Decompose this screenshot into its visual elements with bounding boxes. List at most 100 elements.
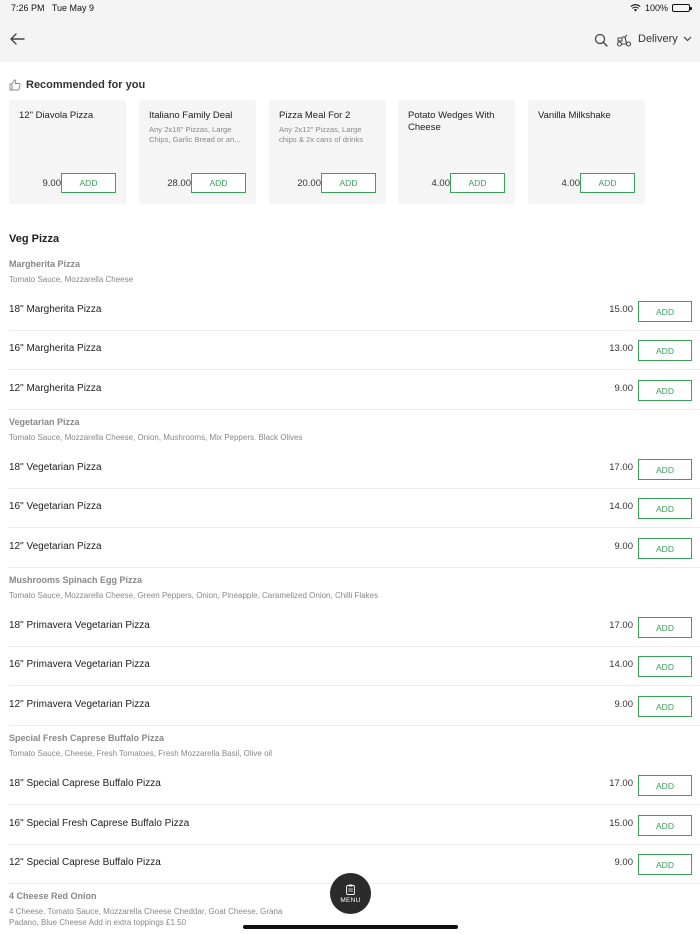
menu-item-row: 18" Margherita Pizza 15.00 ADD bbox=[0, 292, 700, 331]
add-button[interactable]: ADD bbox=[638, 696, 692, 717]
recommended-item-price: 4.00 bbox=[561, 178, 581, 189]
group-title: Vegetarian Pizza bbox=[9, 417, 80, 427]
add-button[interactable]: ADD bbox=[638, 656, 692, 677]
recommended-card[interactable]: Potato Wedges With Cheese 4.00 ADD bbox=[398, 100, 515, 204]
item-name: 16" Primavera Vegetarian Pizza bbox=[9, 659, 150, 670]
item-price: 17.00 bbox=[609, 620, 633, 631]
item-price: 9.00 bbox=[614, 857, 634, 868]
divider bbox=[9, 804, 700, 805]
item-price: 9.00 bbox=[614, 541, 634, 552]
add-button[interactable]: ADD bbox=[638, 498, 692, 519]
divider bbox=[9, 725, 700, 726]
recommended-item-price: 20.00 bbox=[297, 178, 321, 189]
add-button[interactable]: ADD bbox=[580, 173, 635, 193]
menu-item-row: 16" Margherita Pizza 13.00 ADD bbox=[0, 331, 700, 370]
item-name: 18" Margherita Pizza bbox=[9, 304, 102, 315]
section-title: Veg Pizza bbox=[9, 233, 60, 245]
recommended-card[interactable]: 12" Diavola Pizza 9.00 ADD bbox=[9, 100, 126, 204]
item-price: 15.00 bbox=[609, 818, 633, 829]
item-name: 18" Primavera Vegetarian Pizza bbox=[9, 620, 150, 631]
group-title: Special Fresh Caprese Buffalo Pizza bbox=[9, 733, 165, 743]
add-button[interactable]: ADD bbox=[450, 173, 505, 193]
add-button[interactable]: ADD bbox=[61, 173, 116, 193]
wifi-icon bbox=[630, 4, 641, 12]
recommended-item-name: Italiano Family Deal bbox=[149, 110, 233, 121]
add-button[interactable]: ADD bbox=[321, 173, 376, 193]
item-price: 17.00 bbox=[609, 778, 633, 789]
battery-icon bbox=[672, 4, 692, 12]
item-price: 9.00 bbox=[614, 383, 634, 394]
divider bbox=[9, 527, 700, 528]
nav-bar: Delivery bbox=[0, 17, 700, 62]
item-name: 12" Special Caprese Buffalo Pizza bbox=[9, 857, 161, 868]
item-name: 16" Margherita Pizza bbox=[9, 343, 102, 354]
recommended-card[interactable]: Vanilla Milkshake 4.00 ADD bbox=[528, 100, 645, 204]
add-button[interactable]: ADD bbox=[638, 340, 692, 361]
group-title: Mushrooms Spinach Egg Pizza bbox=[9, 575, 143, 585]
add-button[interactable]: ADD bbox=[638, 815, 692, 836]
add-button[interactable]: ADD bbox=[638, 301, 692, 322]
add-button[interactable]: ADD bbox=[191, 173, 246, 193]
recommended-item-price: 9.00 bbox=[42, 178, 62, 189]
item-price: 13.00 bbox=[609, 343, 633, 354]
recommended-item-name: 12" Diavola Pizza bbox=[19, 110, 94, 121]
home-indicator bbox=[243, 925, 458, 929]
group-title: Margherita Pizza bbox=[9, 259, 81, 269]
divider bbox=[9, 409, 700, 410]
back-arrow-icon[interactable] bbox=[8, 30, 26, 48]
divider bbox=[9, 369, 700, 370]
status-time: 7:26 PM Tue May 9 bbox=[11, 3, 95, 13]
item-price: 14.00 bbox=[609, 659, 633, 670]
menu-button-label: MENU bbox=[340, 896, 361, 904]
divider bbox=[9, 567, 700, 568]
status-bar: 7:26 PM Tue May 9 100% bbox=[0, 0, 700, 17]
recommended-item-name: Potato Wedges With Cheese bbox=[408, 110, 495, 133]
group-title: 4 Cheese Red Onion bbox=[9, 891, 97, 901]
delivery-mode-select[interactable]: Delivery bbox=[638, 33, 692, 45]
item-name: 16" Special Fresh Caprese Buffalo Pizza bbox=[9, 818, 190, 829]
recommended-item-desc: Any 2x12" Pizzas, Large chips & 2x cans … bbox=[279, 125, 363, 144]
thumbs-up-icon bbox=[9, 79, 21, 91]
menu-item-row: 12" Margherita Pizza 9.00 ADD bbox=[0, 371, 700, 410]
item-price: 14.00 bbox=[609, 501, 633, 512]
recommended-card[interactable]: Pizza Meal For 2 Any 2x12" Pizzas, Large… bbox=[269, 100, 386, 204]
recommended-item-price: 4.00 bbox=[431, 178, 451, 189]
menu-item-row: 16" Primavera Vegetarian Pizza 14.00 ADD bbox=[0, 647, 700, 686]
recommended-item-price: 28.00 bbox=[167, 178, 191, 189]
item-name: 18" Special Caprese Buffalo Pizza bbox=[9, 778, 161, 789]
recommended-item-desc: Any 2x16" Pizzas, Large Chips, Garlic Br… bbox=[149, 125, 241, 144]
add-button[interactable]: ADD bbox=[638, 380, 692, 401]
divider bbox=[9, 685, 700, 686]
recommended-item-name: Vanilla Milkshake bbox=[538, 110, 611, 121]
battery-percent: 100% bbox=[644, 3, 668, 13]
group-desc: Tomato Sauce, Mozzarella Cheese, Green P… bbox=[9, 591, 379, 600]
item-name: 16" Vegetarian Pizza bbox=[9, 501, 102, 512]
scooter-icon[interactable] bbox=[616, 32, 632, 48]
menu-item-row: 16" Special Fresh Caprese Buffalo Pizza … bbox=[0, 806, 700, 845]
item-name: 12" Primavera Vegetarian Pizza bbox=[9, 699, 150, 710]
menu-item-row: 18" Vegetarian Pizza 17.00 ADD bbox=[0, 450, 700, 489]
recommended-header: Recommended for you bbox=[9, 79, 145, 91]
add-button[interactable]: ADD bbox=[638, 459, 692, 480]
delivery-label: Delivery bbox=[638, 33, 678, 45]
group-desc: Tomato Sauce, Cheese, Fresh Tomatoes, Fr… bbox=[9, 749, 273, 758]
clipboard-icon bbox=[346, 884, 355, 895]
menu-item-row: 12" Vegetarian Pizza 9.00 ADD bbox=[0, 529, 700, 568]
add-button[interactable]: ADD bbox=[638, 775, 692, 796]
recommended-card[interactable]: Italiano Family Deal Any 2x16" Pizzas, L… bbox=[139, 100, 256, 204]
menu-item-row: 18" Primavera Vegetarian Pizza 17.00 ADD bbox=[0, 608, 700, 647]
group-desc: Tomato Sauce, Mozzarella Cheese, Onion, … bbox=[9, 433, 303, 442]
item-name: 12" Vegetarian Pizza bbox=[9, 541, 102, 552]
item-name: 18" Vegetarian Pizza bbox=[9, 462, 102, 473]
menu-item-row: 12" Primavera Vegetarian Pizza 9.00 ADD bbox=[0, 687, 700, 726]
search-icon[interactable] bbox=[594, 33, 608, 47]
menu-item-row: 18" Special Caprese Buffalo Pizza 17.00 … bbox=[0, 766, 700, 805]
add-button[interactable]: ADD bbox=[638, 854, 692, 875]
group-desc: Tomato Sauce, Mozzarella Cheese bbox=[9, 275, 134, 284]
add-button[interactable]: ADD bbox=[638, 617, 692, 638]
menu-button[interactable]: MENU bbox=[330, 873, 371, 914]
item-price: 15.00 bbox=[609, 304, 633, 315]
add-button[interactable]: ADD bbox=[638, 538, 692, 559]
recommended-title: Recommended for you bbox=[26, 79, 146, 91]
recommended-item-name: Pizza Meal For 2 bbox=[279, 110, 351, 121]
